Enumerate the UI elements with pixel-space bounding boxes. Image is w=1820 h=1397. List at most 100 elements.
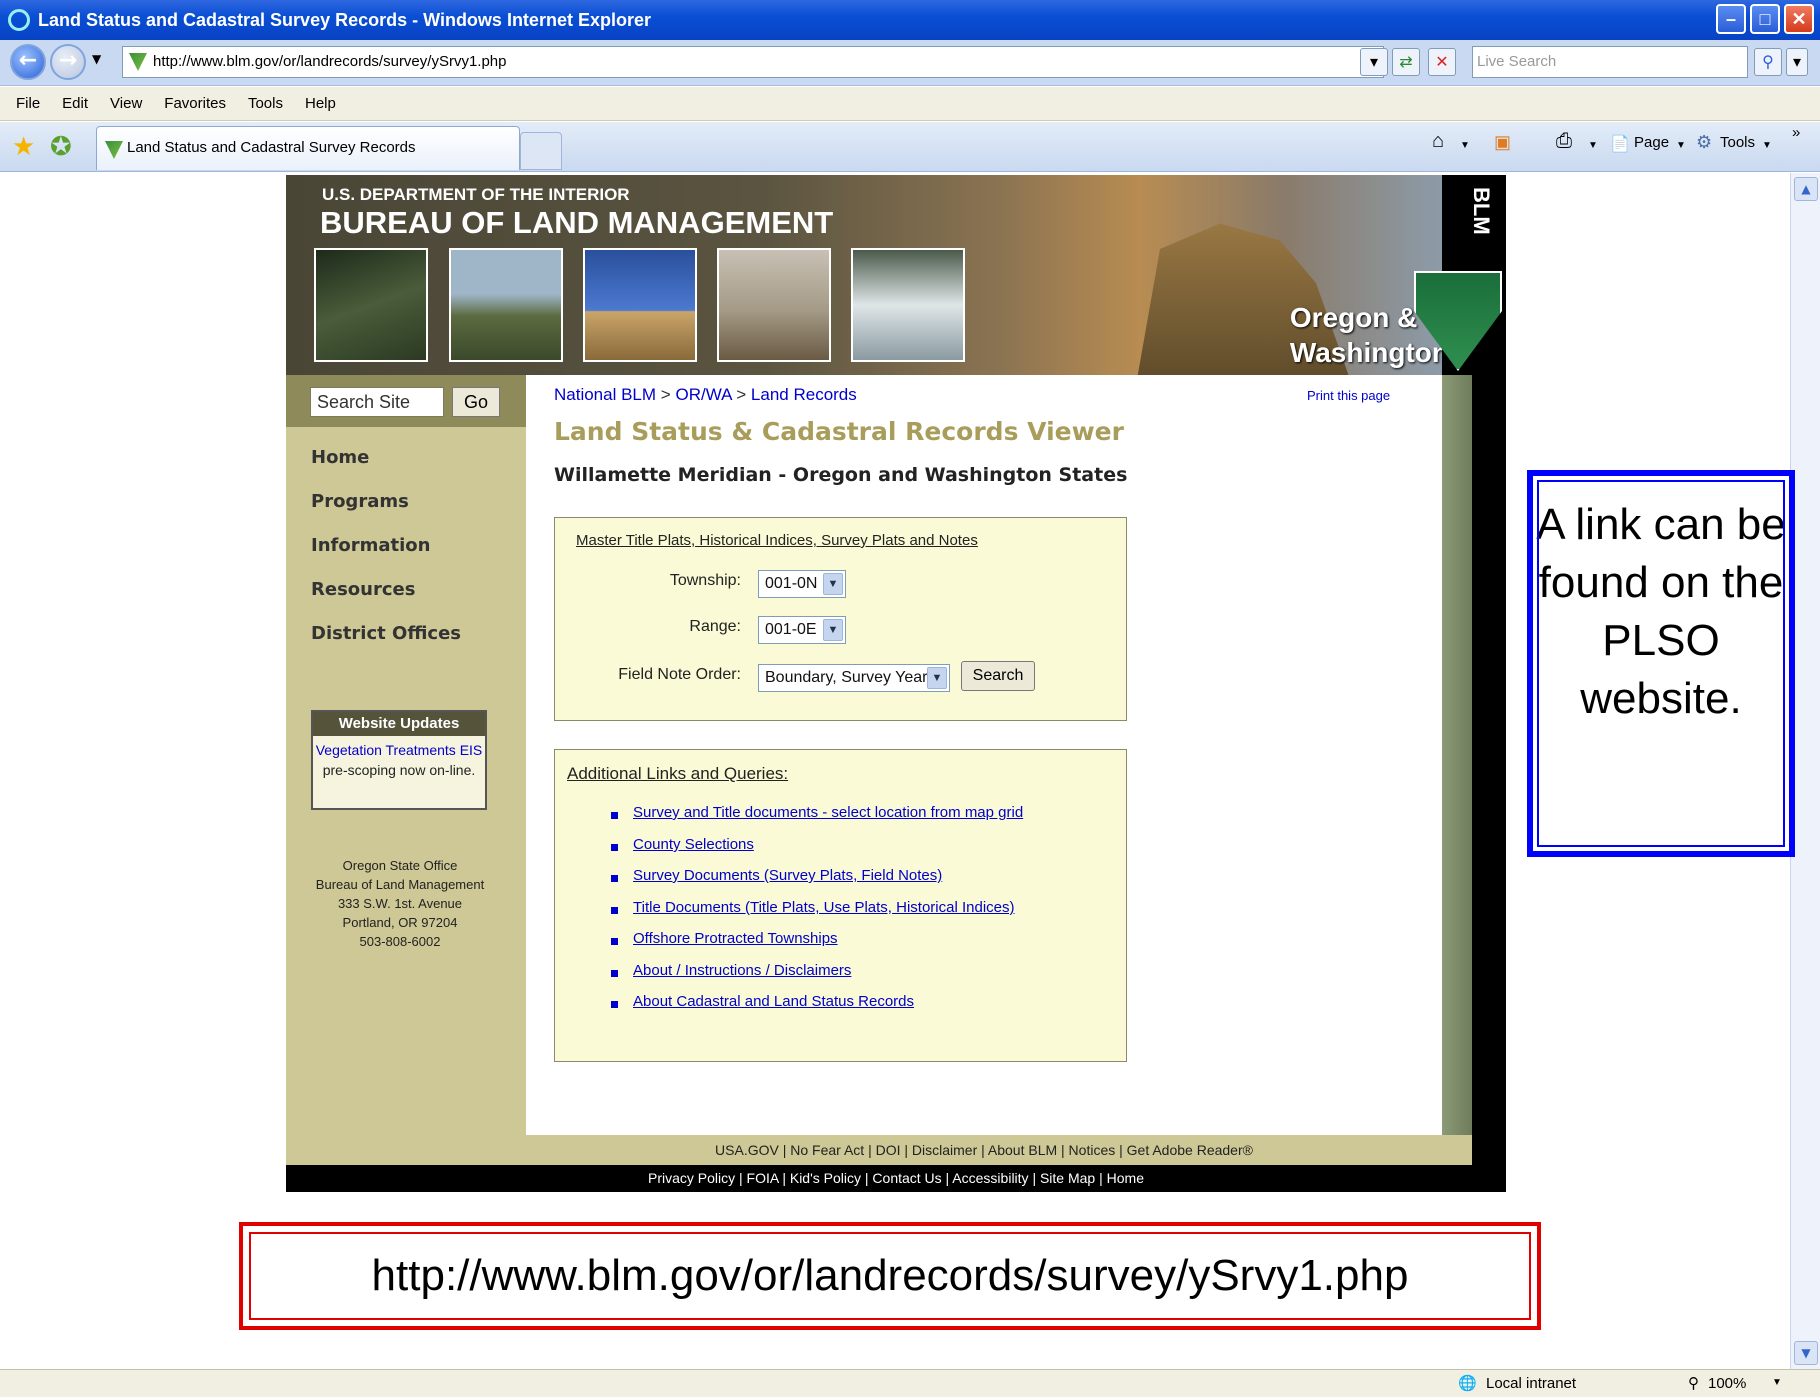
range-select[interactable]: 001-0E ▼ [758,616,846,644]
page-subtitle: Willamette Meridian - Oregon and Washing… [554,464,1128,486]
menu-bar: File Edit View Favorites Tools Help [0,87,1820,121]
address-dropdown-icon[interactable]: ▾ [1360,48,1388,76]
forward-icon[interactable]: → [50,44,86,80]
live-search-input[interactable]: Live Search [1472,46,1748,78]
link-about-cadastral[interactable]: About Cadastral and Land Status Records [633,993,914,1010]
additional-links-box: Additional Links and Queries: Survey and… [554,749,1127,1062]
form-title: Master Title Plats, Historical Indices, … [576,532,978,549]
page-icon: 📄 [1610,136,1630,153]
zoom-level[interactable]: 100% [1708,1375,1746,1392]
gear-icon: ⚙ [1696,132,1713,152]
tab-label: Land Status and Cadastral Survey Records [127,139,416,156]
back-icon[interactable]: ← [10,44,46,80]
footer-links-row1[interactable]: USA.GOV | No Fear Act | DOI | Disclaimer… [526,1135,1442,1165]
link-offshore-townships[interactable]: Offshore Protracted Townships [633,930,838,947]
list-bullet [611,875,618,882]
print-page-link[interactable]: Print this page [1307,388,1390,403]
search-options-icon[interactable]: ▾ [1786,48,1808,76]
page-title: Land Status & Cadastral Records Viewer [554,417,1124,446]
office-address: Oregon State Office Bureau of Land Manag… [315,858,485,949]
chevron-down-icon: ▼ [823,573,843,595]
nav-home[interactable]: Home [311,447,369,468]
callout-box: A link can be found on the PLSO website. [1527,470,1795,857]
chevron-more-icon[interactable]: » [1792,124,1800,141]
site-favicon-icon [129,53,147,71]
home-dropdown-icon[interactable]: ▼ [1460,140,1470,151]
menu-edit[interactable]: Edit [62,95,88,112]
page-dropdown-icon[interactable]: ▼ [1676,140,1686,151]
url-caption-box: http://www.blm.gov/or/landrecords/survey… [239,1222,1541,1330]
nav-district-offices[interactable]: District Offices [311,623,461,644]
nav-information[interactable]: Information [311,535,430,556]
list-bullet [611,844,618,851]
bureau-title: BUREAU OF LAND MANAGEMENT [320,205,834,240]
menu-favorites[interactable]: Favorites [164,95,226,112]
breadcrumb-land-records[interactable]: Land Records [751,385,857,404]
refresh-icon[interactable]: ⇄ [1392,48,1420,76]
wagon-photo [583,248,697,362]
close-button[interactable]: ✕ [1784,4,1814,34]
go-button[interactable]: Go [452,387,500,417]
list-bullet [611,907,618,914]
address-toolbar: ← → ▼ http://www.blm.gov/or/landrecords/… [0,40,1820,86]
print-icon[interactable]: ⎙ [1556,130,1572,153]
address-field[interactable]: http://www.blm.gov/or/landrecords/survey… [122,46,1384,78]
search-icon[interactable]: ⚲ [1754,48,1782,76]
blm-banner: U.S. DEPARTMENT OF THE INTERIOR BUREAU O… [286,175,1472,375]
zoom-dropdown-icon[interactable]: ▼ [1772,1377,1782,1388]
tab-favicon-icon [105,141,123,159]
site-search-input[interactable]: Search Site [310,387,444,417]
tools-menu[interactable]: Tools [1720,134,1755,151]
links-title: Additional Links and Queries: [567,764,789,783]
lighthouse-photo [449,248,563,362]
right-decor-strip [1442,375,1472,1135]
blm-side-label: BLM [1469,187,1494,235]
township-select[interactable]: 001-0N ▼ [758,570,846,598]
field-note-order-label: Field Note Order: [618,666,741,683]
feeds-icon[interactable]: ▣ [1494,132,1511,153]
stop-icon[interactable]: ✕ [1428,48,1456,76]
menu-view[interactable]: View [110,95,142,112]
favorites-star-icon[interactable]: ★ [12,132,35,162]
globe-icon: 🌐 [1458,1375,1477,1392]
tab-land-records[interactable]: Land Status and Cadastral Survey Records [96,126,520,170]
add-favorite-icon[interactable]: ✪ [50,132,72,162]
scroll-down-icon[interactable]: ▼ [1794,1341,1818,1365]
link-map-grid[interactable]: Survey and Title documents - select loca… [633,804,1023,821]
menu-tools[interactable]: Tools [248,95,283,112]
minimize-button[interactable]: – [1716,4,1746,34]
breadcrumb-orwa[interactable]: OR/WA [675,385,731,404]
tools-dropdown-icon[interactable]: ▼ [1762,140,1772,151]
link-title-documents[interactable]: Title Documents (Title Plats, Use Plats,… [633,899,1015,916]
menu-help[interactable]: Help [305,95,336,112]
field-note-order-select[interactable]: Boundary, Survey Year ▼ [758,664,950,692]
nav-resources[interactable]: Resources [311,579,415,600]
link-survey-documents[interactable]: Survey Documents (Survey Plats, Field No… [633,867,942,884]
updates-title: Website Updates [313,712,485,736]
tab-bar: ★ ✪ Land Status and Cadastral Survey Rec… [0,122,1820,172]
list-bullet [611,812,618,819]
address-url: http://www.blm.gov/or/landrecords/survey… [153,53,507,70]
new-tab-button[interactable] [520,132,562,170]
scroll-up-icon[interactable]: ▲ [1794,177,1818,201]
township-label: Township: [669,572,741,589]
menu-file[interactable]: File [16,95,40,112]
horses-photo [717,248,831,362]
print-dropdown-icon[interactable]: ▼ [1588,140,1598,151]
status-bar: 🌐 Local intranet ⚲ 100% ▼ [0,1369,1820,1397]
page-menu[interactable]: Page [1634,134,1669,151]
search-button[interactable]: Search [961,661,1035,691]
nav-programs[interactable]: Programs [311,491,409,512]
maximize-button[interactable]: □ [1750,4,1780,34]
window-title-bar: Land Status and Cadastral Survey Records… [0,0,1820,40]
range-label: Range: [689,618,741,635]
forest-photo [314,248,428,362]
updates-link[interactable]: Vegetation Treatments EIS [316,742,483,758]
footer-links-row2[interactable]: Privacy Policy | FOIA | Kid's Policy | C… [286,1165,1506,1192]
breadcrumb-national-blm[interactable]: National BLM [554,385,656,404]
history-dropdown-icon[interactable]: ▼ [92,52,101,66]
link-about-instructions[interactable]: About / Instructions / Disclaimers [633,962,851,979]
home-icon[interactable]: ⌂ [1432,130,1444,153]
link-county-selections[interactable]: County Selections [633,836,754,853]
list-bullet [611,970,618,977]
